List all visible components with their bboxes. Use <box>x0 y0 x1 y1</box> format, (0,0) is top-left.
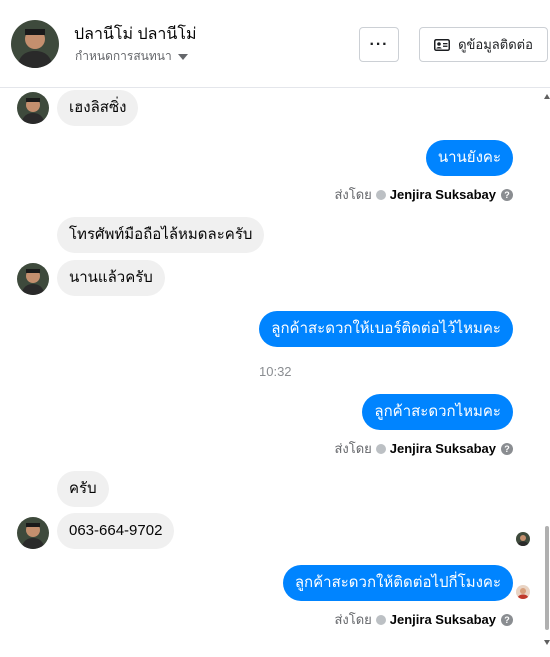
id-card-icon <box>434 38 451 51</box>
read-receipt-avatar <box>516 532 530 546</box>
conversation-header: ปลานีโม่ ปลานีโม่ กำหนดการสนทนา ··· ดูข้… <box>0 0 550 88</box>
read-receipt-avatar <box>516 585 530 599</box>
sent-by-info: ส่งโดย Jenjira Suksabay ? <box>334 609 513 630</box>
contact-avatar-small[interactable] <box>17 92 49 124</box>
message-timestamp: 10:32 <box>259 364 292 379</box>
conversation-label-dropdown[interactable]: กำหนดการสนทนา <box>75 47 188 66</box>
message-bubble-outgoing[interactable]: นานยังคะ <box>425 140 513 176</box>
caret-down-icon <box>177 53 188 60</box>
message-bubble-outgoing[interactable]: ลูกค้าสะดวกให้เบอร์ติดต่อไว้ไหมคะ <box>259 311 513 347</box>
conversation-label-text: กำหนดการสนทนา <box>75 49 172 63</box>
contact-info-label: ดูข้อมูลติดต่อ <box>458 37 533 52</box>
contact-avatar[interactable] <box>11 20 59 68</box>
sent-by-prefix: ส่งโดย <box>334 612 372 627</box>
message-bubble-outgoing[interactable]: ลูกค้าสะดวกให้ติดต่อไปกี่โมงคะ <box>282 565 513 601</box>
sent-by-agent: Jenjira Suksabay <box>389 612 496 627</box>
help-icon[interactable]: ? <box>501 442 513 455</box>
scrollbar-thumb[interactable] <box>545 526 549 630</box>
message-bubble-incoming[interactable]: นานแล้วครับ <box>57 260 165 296</box>
help-icon[interactable]: ? <box>501 188 513 201</box>
sent-by-prefix: ส่งโดย <box>334 187 372 202</box>
sent-check-icon <box>375 614 386 625</box>
sent-by-info: ส่งโดย Jenjira Suksabay ? <box>334 438 513 459</box>
scroll-up-arrow-icon[interactable] <box>544 94 550 99</box>
message-thread[interactable]: เฮงลิสซิ่ง นานยังคะ ส่งโดย Jenjira Suksa… <box>0 88 550 657</box>
message-bubble-incoming[interactable]: 063-664-9702 <box>57 513 175 549</box>
sent-by-agent: Jenjira Suksabay <box>389 187 496 202</box>
contact-avatar-small[interactable] <box>17 517 49 549</box>
help-icon[interactable]: ? <box>501 613 513 626</box>
message-bubble-incoming[interactable]: ครับ <box>57 471 109 507</box>
sent-by-info: ส่งโดย Jenjira Suksabay ? <box>334 184 513 205</box>
message-bubble-incoming[interactable]: เฮงลิสซิ่ง <box>57 90 139 126</box>
contact-name[interactable]: ปลานีโม่ ปลานีโม่ <box>74 22 197 47</box>
contact-avatar-small[interactable] <box>17 263 49 295</box>
scroll-down-arrow-icon[interactable] <box>544 640 550 645</box>
sent-check-icon <box>375 189 386 200</box>
message-bubble-outgoing[interactable]: ลูกค้าสะดวกไหมคะ <box>362 394 513 430</box>
sent-by-prefix: ส่งโดย <box>334 441 372 456</box>
more-options-button[interactable]: ··· <box>359 27 399 62</box>
sent-check-icon <box>375 443 386 454</box>
sent-by-agent: Jenjira Suksabay <box>389 441 496 456</box>
contact-info-button[interactable]: ดูข้อมูลติดต่อ <box>419 27 548 62</box>
message-bubble-incoming[interactable]: โทรศัพท์มือถือไล้หมดละครับ <box>57 217 265 253</box>
